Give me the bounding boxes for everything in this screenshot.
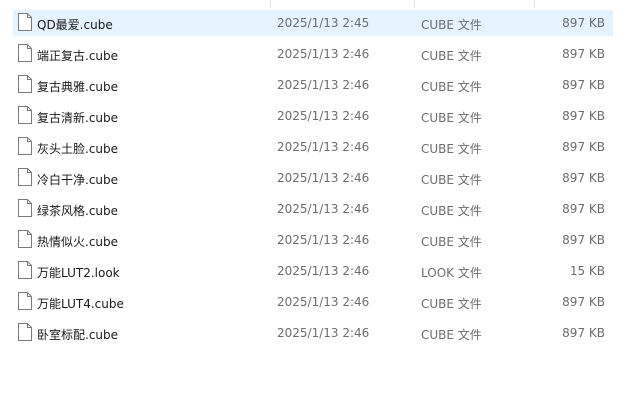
file-type: CUBE 文件	[421, 204, 482, 218]
file-type: CUBE 文件	[421, 328, 482, 342]
file-type: CUBE 文件	[421, 111, 482, 125]
file-icon	[18, 323, 32, 341]
file-size: 897 KB	[562, 233, 605, 247]
file-icon	[18, 168, 32, 186]
file-type: CUBE 文件	[421, 235, 482, 249]
file-modified-date: 2025/1/13 2:46	[277, 233, 370, 247]
file-icon	[18, 13, 32, 31]
file-modified-date: 2025/1/13 2:46	[277, 109, 370, 123]
file-name: 热情似火.cube	[37, 235, 119, 249]
file-icon	[18, 292, 32, 310]
file-size: 897 KB	[562, 140, 605, 154]
file-row[interactable]: 万能LUT4.cube 2025/1/13 2:46 CUBE 文件 897 KB	[13, 289, 613, 315]
file-size: 897 KB	[562, 202, 605, 216]
file-row[interactable]: 端正复古.cube 2025/1/13 2:46 CUBE 文件 897 KB	[13, 41, 613, 67]
file-name: 灰头土脸.cube	[37, 142, 119, 156]
file-modified-date: 2025/1/13 2:46	[277, 264, 370, 278]
file-icon	[18, 261, 32, 279]
file-name: 绿茶风格.cube	[37, 204, 119, 218]
file-size: 897 KB	[562, 326, 605, 340]
file-modified-date: 2025/1/13 2:46	[277, 326, 370, 340]
file-name: 复古清新.cube	[37, 111, 119, 125]
file-modified-date: 2025/1/13 2:46	[277, 171, 370, 185]
file-modified-date: 2025/1/13 2:46	[277, 47, 370, 61]
file-list-view: QD最爱.cube 2025/1/13 2:45 CUBE 文件 897 KB 端正复古…	[0, 0, 644, 408]
file-size: 15 KB	[569, 264, 605, 278]
file-icon	[18, 44, 32, 62]
file-size: 897 KB	[562, 16, 605, 30]
file-row[interactable]: 绿茶风格.cube 2025/1/13 2:46 CUBE 文件 897 KB	[13, 196, 613, 222]
file-icon	[18, 137, 32, 155]
column-divider[interactable]	[414, 0, 415, 8]
file-name: QD最爱.cube	[37, 18, 113, 32]
file-icon	[18, 75, 32, 93]
file-size: 897 KB	[562, 109, 605, 123]
file-size: 897 KB	[562, 295, 605, 309]
file-row[interactable]: 灰头土脸.cube 2025/1/13 2:46 CUBE 文件 897 KB	[13, 134, 613, 160]
file-modified-date: 2025/1/13 2:46	[277, 202, 370, 216]
file-type: CUBE 文件	[421, 297, 482, 311]
file-row[interactable]: 热情似火.cube 2025/1/13 2:46 CUBE 文件 897 KB	[13, 227, 613, 253]
file-name: 冷白干净.cube	[37, 173, 119, 187]
file-type: CUBE 文件	[421, 80, 482, 94]
file-size: 897 KB	[562, 47, 605, 61]
file-row[interactable]: 冷白干净.cube 2025/1/13 2:46 CUBE 文件 897 KB	[13, 165, 613, 191]
file-name: 万能LUT2.look	[37, 266, 120, 280]
file-name: 万能LUT4.cube	[37, 297, 124, 311]
file-type: CUBE 文件	[421, 18, 482, 32]
column-divider[interactable]	[534, 0, 535, 8]
file-type: CUBE 文件	[421, 173, 482, 187]
file-modified-date: 2025/1/13 2:46	[277, 295, 370, 309]
file-modified-date: 2025/1/13 2:46	[277, 140, 370, 154]
file-size: 897 KB	[562, 78, 605, 92]
file-type: CUBE 文件	[421, 142, 482, 156]
file-name: 端正复古.cube	[37, 49, 119, 63]
file-icon	[18, 230, 32, 248]
file-modified-date: 2025/1/13 2:45	[277, 16, 370, 30]
file-size: 897 KB	[562, 171, 605, 185]
file-row[interactable]: QD最爱.cube 2025/1/13 2:45 CUBE 文件 897 KB	[13, 10, 613, 36]
file-row[interactable]: 复古典雅.cube 2025/1/13 2:46 CUBE 文件 897 KB	[13, 72, 613, 98]
file-type: LOOK 文件	[421, 266, 482, 280]
file-name: 复古典雅.cube	[37, 80, 119, 94]
file-icon	[18, 199, 32, 217]
file-type: CUBE 文件	[421, 49, 482, 63]
file-modified-date: 2025/1/13 2:46	[277, 78, 370, 92]
column-divider[interactable]	[270, 0, 271, 8]
file-row[interactable]: 万能LUT2.look 2025/1/13 2:46 LOOK 文件 15 KB	[13, 258, 613, 284]
file-row[interactable]: 复古清新.cube 2025/1/13 2:46 CUBE 文件 897 KB	[13, 103, 613, 129]
file-row[interactable]: 卧室标配.cube 2025/1/13 2:46 CUBE 文件 897 KB	[13, 320, 613, 346]
file-icon	[18, 106, 32, 124]
file-rows: QD最爱.cube 2025/1/13 2:45 CUBE 文件 897 KB 端正复古…	[13, 10, 613, 351]
file-name: 卧室标配.cube	[37, 328, 119, 342]
